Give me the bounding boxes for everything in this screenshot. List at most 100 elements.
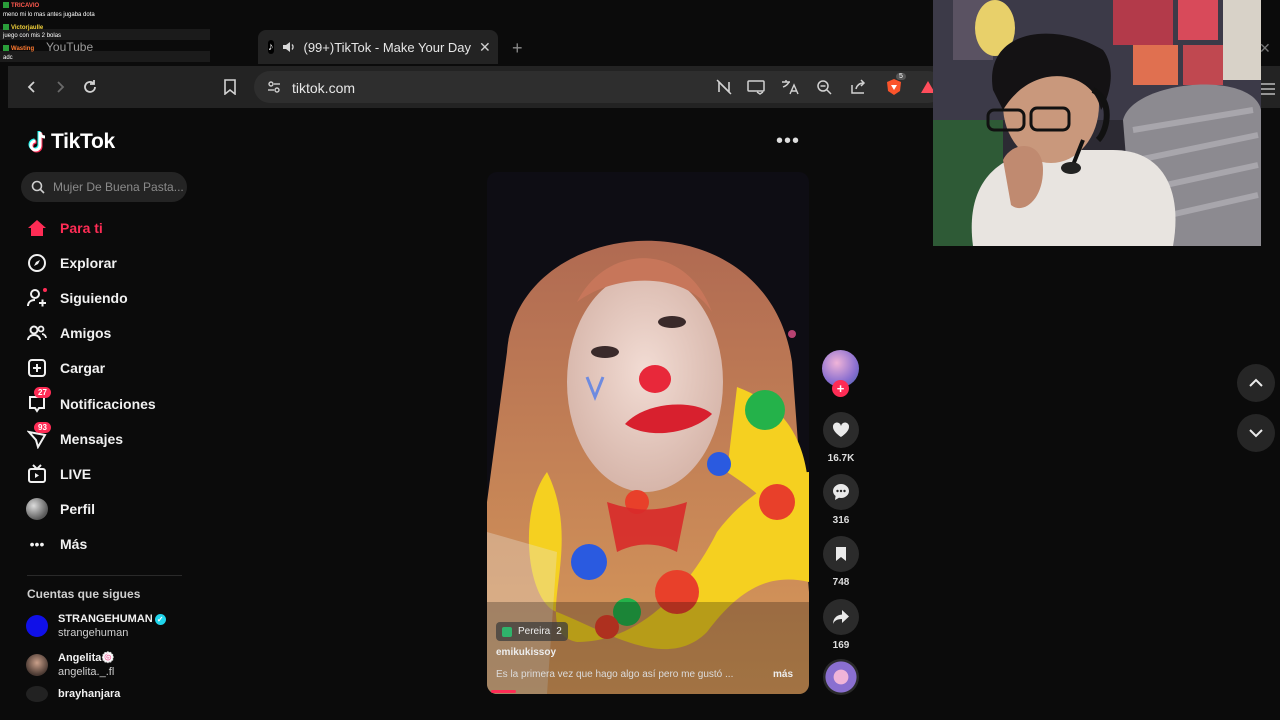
speaker-icon[interactable]	[282, 41, 296, 53]
caption-more-button[interactable]: más	[773, 669, 793, 680]
notifications-icon: 27	[26, 387, 51, 415]
location-pin-icon	[502, 626, 512, 637]
shields-count-badge: 5	[896, 73, 906, 80]
bookmark-icon	[823, 536, 859, 572]
save-count: 748	[832, 577, 850, 588]
followed-account[interactable]: Angelita🍥 angelita._.fl	[26, 651, 115, 679]
verified-icon: ✓	[154, 613, 166, 625]
stream-chat-overlay: TRICAVIO meno mi lo mas antes jugaba dot…	[0, 0, 212, 66]
nav-label: Más	[60, 536, 88, 552]
follow-plus-icon[interactable]: +	[832, 380, 849, 397]
chevron-down-icon	[1249, 429, 1263, 438]
chat-badge-icon	[3, 45, 9, 52]
account-name: Angelita🍥	[58, 652, 116, 664]
site-settings-icon[interactable]	[266, 79, 282, 95]
heart-icon	[823, 412, 859, 448]
reload-icon[interactable]	[80, 77, 100, 97]
video-player[interactable]	[487, 172, 809, 694]
menu-icon[interactable]	[1260, 82, 1276, 101]
upload-icon	[26, 357, 48, 379]
friends-icon	[26, 322, 48, 344]
chat-badge-icon	[3, 2, 9, 9]
chat-username: Victorjaulle	[11, 25, 44, 31]
nav-explorar[interactable]: Explorar	[26, 250, 117, 276]
nav-amigos[interactable]: Amigos	[26, 320, 111, 346]
account-name: STRANGEHUMAN	[58, 613, 153, 625]
close-tab-icon[interactable]: ✕	[479, 39, 491, 56]
nav-mas[interactable]: ••• Más	[26, 531, 88, 557]
cast-icon[interactable]	[746, 77, 766, 97]
previous-video-button[interactable]	[1237, 364, 1275, 402]
share-icon[interactable]	[848, 77, 868, 97]
search-icon	[31, 180, 45, 194]
more-options-icon[interactable]: •••	[776, 130, 800, 153]
tiktok-favicon-icon: ♪	[268, 40, 274, 54]
comment-icon	[823, 474, 859, 510]
following-icon	[26, 287, 48, 309]
close-icon[interactable]: ✕	[1259, 40, 1271, 57]
nav-notificaciones[interactable]: 27 Notificaciones	[26, 387, 156, 417]
location-tag[interactable]: Pereira 2	[496, 622, 568, 641]
webcam-feed	[933, 0, 1261, 246]
nav-label: Para ti	[60, 220, 103, 236]
brave-shields-icon[interactable]: 5	[884, 73, 906, 97]
nav-label: LIVE	[60, 466, 92, 482]
forward-icon[interactable]	[50, 77, 70, 97]
save-button[interactable]: 748	[822, 536, 860, 588]
video-caption: Es la primera vez que hago algo así pero…	[496, 669, 734, 680]
followed-account[interactable]: brayhanjara	[26, 686, 120, 702]
chat-line: Victorjaulle	[3, 24, 43, 32]
nav-live[interactable]: LIVE	[26, 461, 91, 487]
nav-cargar[interactable]: Cargar	[26, 355, 105, 381]
no-tracking-icon[interactable]	[714, 77, 734, 97]
search-placeholder: Mujer De Buena Pasta...	[53, 180, 184, 194]
like-count: 16.7K	[827, 453, 855, 464]
chat-line: Wasting	[3, 45, 34, 53]
nav-label: Amigos	[60, 325, 112, 341]
avatar	[26, 654, 48, 676]
nav-label: Mensajes	[60, 431, 124, 447]
messages-icon: 93	[26, 422, 51, 450]
new-tab-button[interactable]: +	[512, 38, 523, 59]
chat-line: TRICAVIO	[3, 2, 39, 10]
share-button[interactable]: 169	[822, 599, 860, 651]
nav-para-ti[interactable]: Para ti	[26, 215, 103, 241]
avatar	[26, 615, 48, 637]
account-handle: angelita._.fl	[58, 666, 115, 678]
zoom-out-icon[interactable]	[814, 77, 834, 97]
webcam-overlay	[933, 0, 1261, 246]
creator-username[interactable]: emikukissoy	[496, 647, 556, 658]
nav-siguiendo[interactable]: Siguiendo	[26, 285, 128, 311]
tiktok-logo[interactable]: TikTok	[27, 130, 115, 154]
tab-tiktok[interactable]: ♪ (99+)TikTok - Make Your Day ✕	[258, 30, 498, 64]
video-progress-bar[interactable]	[491, 690, 516, 693]
like-button[interactable]: 16.7K	[822, 412, 860, 464]
chat-message: juego con mis 2 bolas	[3, 33, 62, 39]
search-input[interactable]: Mujer De Buena Pasta...	[21, 172, 187, 202]
chat-message: meno mi lo mas antes jugaba dota	[3, 12, 95, 18]
nav-mensajes[interactable]: 93 Mensajes	[26, 422, 124, 452]
location-name: Pereira	[518, 626, 551, 637]
chat-username: Wasting	[11, 46, 35, 52]
address-bar[interactable]: tiktok.com	[254, 71, 944, 103]
followed-account[interactable]: STRANGEHUMAN ✓ strangehuman	[26, 612, 166, 640]
video-frame	[487, 172, 809, 694]
messages-count-badge: 93	[34, 422, 51, 433]
tab-title: (99+)TikTok - Make Your Day	[303, 39, 472, 55]
nav-perfil[interactable]: Perfil	[26, 496, 95, 522]
tiktok-wordmark: TikTok	[51, 130, 115, 153]
translate-icon[interactable]	[780, 77, 800, 97]
tab-youtube[interactable]: YouTube	[46, 40, 93, 54]
next-video-button[interactable]	[1237, 414, 1275, 452]
nav-label: Explorar	[60, 255, 117, 271]
more-icon: •••	[29, 536, 45, 552]
share-arrow-icon	[823, 599, 859, 635]
nav-label: Perfil	[60, 501, 96, 517]
music-disc-icon[interactable]	[823, 659, 859, 695]
comment-button[interactable]: 316	[822, 474, 860, 526]
bookmark-icon[interactable]	[220, 77, 240, 97]
comment-count: 316	[832, 515, 850, 526]
sidebar-divider	[27, 575, 182, 576]
back-icon[interactable]	[22, 77, 42, 97]
chat-username: TRICAVIO	[11, 3, 40, 9]
